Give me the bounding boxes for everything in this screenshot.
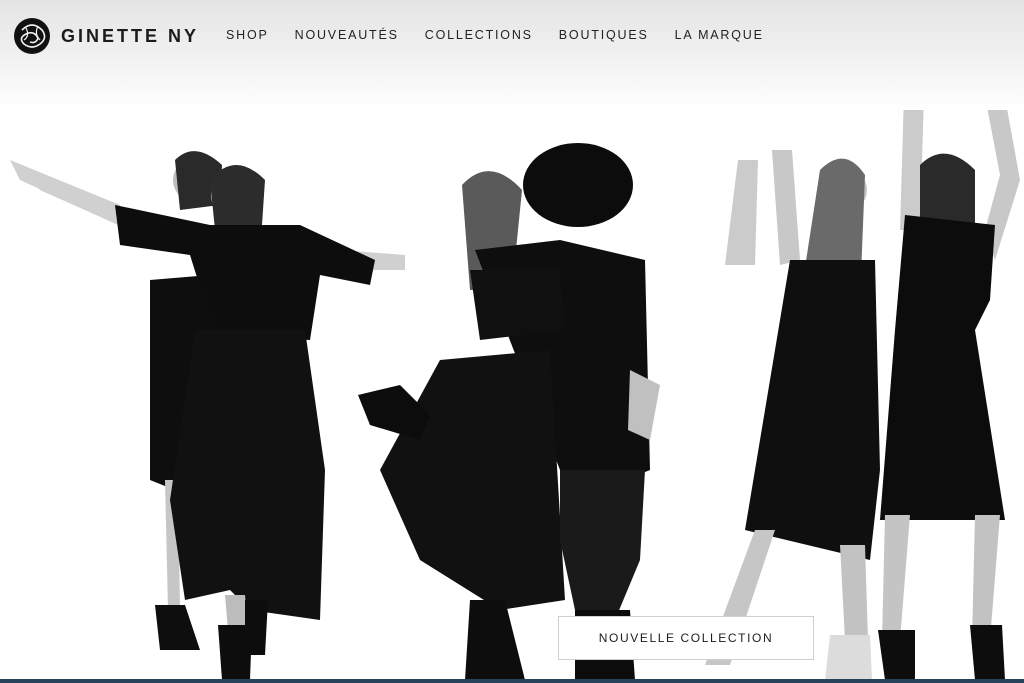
brand[interactable]: GINETTE NY bbox=[12, 16, 199, 56]
model-pair-right bbox=[705, 60, 1020, 680]
model-pair-left bbox=[10, 151, 405, 680]
nav-item-boutiques[interactable]: BOUTIQUES bbox=[559, 28, 649, 42]
main-nav: SHOP NOUVEAUTÉS COLLECTIONS BOUTIQUES LA… bbox=[226, 28, 790, 42]
model-pair-middle bbox=[358, 143, 660, 680]
site-header: GINETTE NY SHOP NOUVEAUTÉS COLLECTIONS B… bbox=[0, 0, 1024, 110]
nav-item-nouveautes[interactable]: NOUVEAUTÉS bbox=[295, 28, 399, 42]
nouvelle-collection-button[interactable]: NOUVELLE COLLECTION bbox=[558, 616, 814, 660]
monogram-logo-icon[interactable] bbox=[12, 16, 52, 56]
nav-item-la-marque[interactable]: LA MARQUE bbox=[675, 28, 764, 42]
nav-item-shop[interactable]: SHOP bbox=[226, 28, 269, 42]
brand-name[interactable]: GINETTE NY bbox=[61, 26, 199, 47]
bottom-edge-bar bbox=[0, 679, 1024, 683]
nav-item-collections[interactable]: COLLECTIONS bbox=[425, 28, 533, 42]
